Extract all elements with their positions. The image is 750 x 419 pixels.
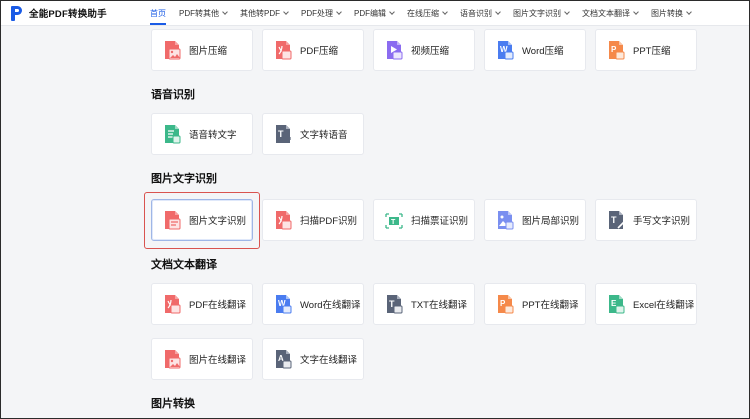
tool-card-label: PDF在线翻译 [189, 300, 247, 311]
ppt-icon: P [607, 40, 625, 60]
svg-text:T: T [611, 215, 617, 225]
nav-label: PDF转其他 [179, 8, 219, 18]
chevron-down-icon [564, 8, 570, 15]
tool-card-pdf-translate[interactable]: PDF在线翻译 [151, 283, 253, 325]
nav-item-pdf-edit[interactable]: PDF编辑 [354, 1, 395, 25]
tool-card-text-translate[interactable]: A 文字在线翻译 [262, 338, 364, 380]
tool-card-label: 文字在线翻译 [300, 355, 358, 366]
nav-label: PDF处理 [301, 8, 333, 18]
app-logo[interactable]: 全能PDF转换助手 [10, 5, 140, 21]
tool-card-ppt-compress[interactable]: P PPT压缩 [595, 29, 697, 71]
tool-card-word-translate[interactable]: W Word在线翻译 [262, 283, 364, 325]
tool-card-speech-to-text[interactable]: 语音转文字 [151, 113, 253, 155]
nav-item-home[interactable]: 首页 [150, 1, 166, 25]
image-partial-icon [496, 210, 514, 230]
tool-card-label: PPT在线翻译 [522, 300, 579, 311]
scan-ticket-icon: T [385, 210, 403, 230]
tool-card-scan-ticket[interactable]: T 扫描票证识别 [373, 199, 475, 241]
nav-item-online-compress[interactable]: 在线压缩 [407, 1, 448, 25]
tool-card-word-compress[interactable]: W Word压缩 [484, 29, 586, 71]
tool-card-label: Word压缩 [522, 46, 564, 57]
video-icon [385, 40, 403, 60]
nav-label: PDF编辑 [354, 8, 386, 18]
tool-card-label: 图片文字识别 [189, 216, 247, 227]
nav-item-pdf-process[interactable]: PDF处理 [301, 1, 342, 25]
tool-card-label: 语音转文字 [189, 130, 237, 141]
text-to-speech-icon: T [274, 124, 292, 144]
tool-card-label: 图片局部识别 [522, 216, 580, 227]
nav-item-doc-translate[interactable]: 文档文本翻译 [582, 1, 639, 25]
section-title-ocr: 图片文字识别 [151, 173, 217, 185]
word-translate-icon: W [274, 294, 292, 314]
chevron-down-icon [633, 8, 639, 15]
nav-item-other-to-pdf[interactable]: 其他转PDF [240, 1, 289, 25]
image-translate-icon [163, 349, 181, 369]
chevron-down-icon [389, 8, 395, 15]
section-title-speech: 语音识别 [151, 89, 195, 101]
tool-card-txt-translate[interactable]: T TXT在线翻译 [373, 283, 475, 325]
txt-translate-icon: T [385, 294, 403, 314]
tool-card-label: PDF压缩 [300, 46, 339, 57]
tool-card-label: PPT压缩 [633, 46, 671, 57]
tool-card-label: 图片压缩 [189, 46, 228, 57]
app-title: 全能PDF转换助手 [29, 9, 107, 20]
image-ocr-icon [163, 210, 181, 230]
tool-card-label: 图片在线翻译 [189, 355, 247, 366]
chevron-down-icon [442, 8, 448, 15]
section-title-image-convert: 图片转换 [151, 398, 195, 410]
ppt-translate-icon: P [496, 294, 514, 314]
tool-card-image-translate[interactable]: 图片在线翻译 [151, 338, 253, 380]
nav-label: 图片转换 [651, 8, 683, 18]
excel-translate-icon: E [607, 294, 625, 314]
pdf-icon [274, 40, 292, 60]
nav-label: 文档文本翻译 [582, 8, 630, 18]
pdf-translate-icon [163, 294, 181, 314]
tool-card-text-to-speech[interactable]: T 文字转语音 [262, 113, 364, 155]
tool-card-label: 扫描PDF识别 [300, 216, 358, 227]
logo-p-icon [10, 5, 22, 21]
tool-card-label: TXT在线翻译 [411, 300, 467, 311]
tool-card-label: Excel在线翻译 [633, 300, 695, 311]
nav-label: 图片文字识别 [513, 8, 561, 18]
chevron-down-icon [686, 8, 692, 15]
top-navigation-bar: 全能PDF转换助手 首页 PDF转其他 其他转PDF PDF处理 PDF编辑 在… [1, 1, 749, 26]
nav-label: 在线压缩 [407, 8, 439, 18]
tool-card-label: Word在线翻译 [300, 300, 361, 311]
nav-item-image-convert[interactable]: 图片转换 [651, 1, 692, 25]
tool-card-label: 手写文字识别 [633, 216, 691, 227]
svg-text:T: T [278, 129, 284, 139]
image-icon [163, 40, 181, 60]
nav-item-image-ocr[interactable]: 图片文字识别 [513, 1, 570, 25]
main-nav: 首页 PDF转其他 其他转PDF PDF处理 PDF编辑 在线压缩 语音识别 图… [150, 1, 704, 25]
speech-to-text-icon [163, 124, 181, 144]
chevron-down-icon [222, 8, 228, 15]
nav-label: 首页 [150, 8, 166, 18]
nav-label: 其他转PDF [240, 8, 280, 18]
tool-card-excel-translate[interactable]: E Excel在线翻译 [595, 283, 697, 325]
chevron-down-icon [283, 8, 289, 15]
nav-item-speech-recognition[interactable]: 语音识别 [460, 1, 501, 25]
tool-card-label: 文字转语音 [300, 130, 348, 141]
nav-label: 语音识别 [460, 8, 492, 18]
chevron-down-icon [495, 8, 501, 15]
tool-card-image-partial[interactable]: 图片局部识别 [484, 199, 586, 241]
tool-card-scan-pdf[interactable]: 扫描PDF识别 [262, 199, 364, 241]
tool-card-label: 扫描票证识别 [411, 216, 469, 227]
text-translate-icon: A [274, 349, 292, 369]
nav-item-pdf-to-other[interactable]: PDF转其他 [179, 1, 228, 25]
handwriting-icon: T [607, 210, 625, 230]
svg-text:T: T [391, 219, 396, 226]
tool-card-label: 视频压缩 [411, 46, 450, 57]
tool-card-handwriting[interactable]: T 手写文字识别 [595, 199, 697, 241]
section-title-translate: 文档文本翻译 [151, 259, 217, 271]
chevron-down-icon [336, 8, 342, 15]
tool-card-image-ocr[interactable]: 图片文字识别 [151, 199, 253, 241]
tool-card-video-compress[interactable]: 视频压缩 [373, 29, 475, 71]
scan-pdf-icon [274, 210, 292, 230]
tool-card-pdf-compress[interactable]: PDF压缩 [262, 29, 364, 71]
tool-card-ppt-translate[interactable]: P PPT在线翻译 [484, 283, 586, 325]
tool-card-image-compress[interactable]: 图片压缩 [151, 29, 253, 71]
word-icon: W [496, 40, 514, 60]
